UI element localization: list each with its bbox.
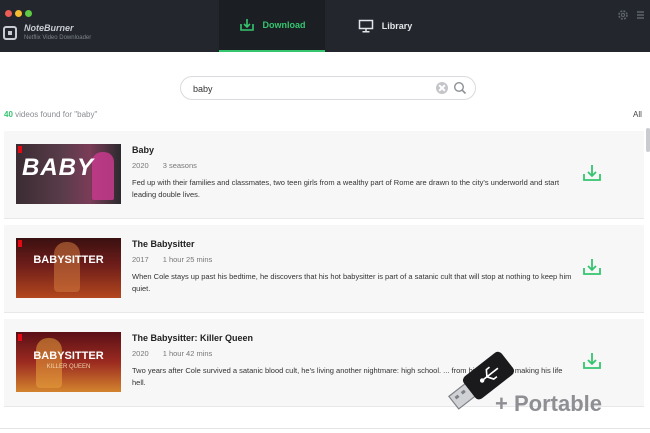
video-meta: 2020 3 seasons [132,161,197,170]
thumbnail-title: BABY [22,154,95,181]
video-year: 2020 [132,161,149,170]
video-thumbnail: BABY [16,144,121,204]
video-year: 2017 [132,255,149,264]
video-thumbnail: BABYSITTER KILLER QUEEN [16,332,121,392]
search-input[interactable] [193,81,433,96]
netflix-logo-icon [18,146,22,153]
search-box [180,76,476,100]
zoom-window-button[interactable] [25,10,32,17]
list-item: BABY Baby 2020 3 seasons Fed up with thei… [4,131,644,219]
thumbnail-figure [54,242,80,292]
results-summary-text: videos found for "baby" [15,110,98,119]
thumbnail-figure [36,338,62,388]
video-meta: 2020 1 hour 42 mins [132,349,212,358]
title-bar: NoteBurner Netflix Video Downloader Down… [0,0,650,52]
close-window-button[interactable] [5,10,12,17]
video-description: When Cole stays up past his bedtime, he … [132,272,572,293]
video-meta: 2017 1 hour 25 mins [132,255,212,264]
video-thumbnail: BABYSITTER [16,238,121,298]
tab-library-label: Library [381,21,413,31]
video-year: 2020 [132,349,149,358]
app-subtitle: Netflix Video Downloader [24,35,92,41]
search-icon[interactable] [453,81,467,95]
results-summary: 40 videos found for "baby" [4,110,97,119]
download-icon[interactable] [581,257,603,277]
video-duration: 1 hour 42 mins [162,349,213,358]
video-duration: 1 hour 25 mins [162,255,213,264]
results-count: 40 [4,110,13,119]
video-title: Baby [132,145,155,155]
tab-download[interactable]: Download [219,0,325,52]
download-icon[interactable] [581,163,603,183]
netflix-logo-icon [18,240,22,247]
tab-download-label: Download [262,20,306,30]
scrollbar[interactable] [646,128,650,152]
download-tab-icon [239,19,254,31]
filter-all-button[interactable]: All [633,110,642,119]
minimize-window-button[interactable] [15,10,22,17]
video-description: Fed up with their families and classmate… [132,178,560,199]
download-icon[interactable] [581,351,603,371]
video-duration: 3 seasons [162,161,197,170]
bottom-divider [0,428,650,429]
menu-icon[interactable] [636,10,645,20]
portable-watermark: + Portable [495,391,602,416]
netflix-logo-icon [18,334,22,341]
gear-icon[interactable] [617,9,629,21]
app-logo-icon [3,26,17,40]
list-item: BABYSITTER The Babysitter 2017 1 hour 25 … [4,225,644,313]
thumbnail-subtitle: KILLER QUEEN [46,364,91,370]
thumbnail-title: BABYSITTER [33,350,104,362]
tab-library[interactable]: Library [340,0,430,52]
video-title: The Babysitter: Killer Queen [132,333,254,343]
monitor-icon [358,19,373,33]
clear-icon[interactable] [436,82,448,94]
video-title: The Babysitter [132,239,195,249]
app-name: NoteBurner [24,23,74,33]
thumbnail-title: BABYSITTER [33,254,104,266]
